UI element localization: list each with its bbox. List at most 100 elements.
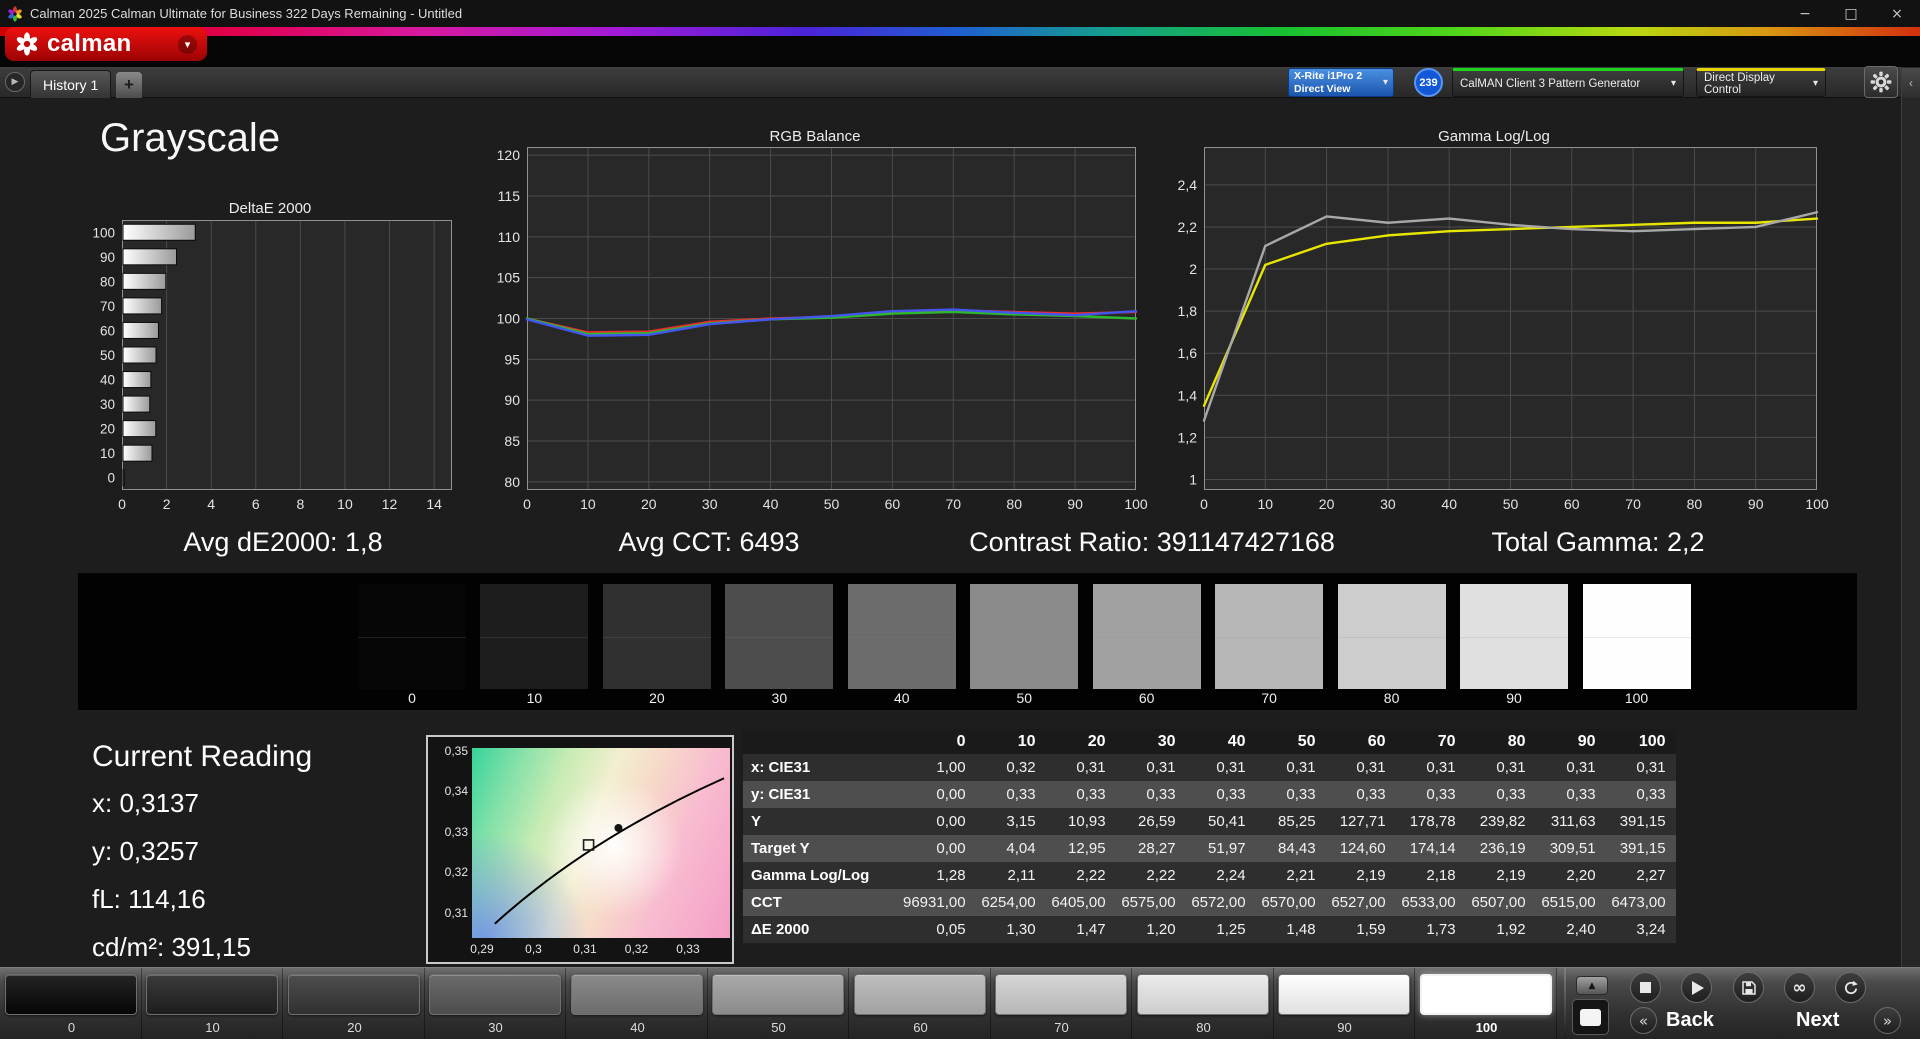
table-cell: 0,00 bbox=[936, 813, 966, 830]
contrast-ratio-stat: Contrast Ratio: 391147427168 bbox=[969, 527, 1335, 557]
table-row: Target Y 0,00 4,04 12,95 28,27 51,97 84,43 124,… bbox=[743, 835, 1676, 862]
table-row-label: ΔE 2000 bbox=[751, 921, 810, 938]
table-row-label: y: CIE31 bbox=[751, 786, 811, 803]
close-button[interactable]: × bbox=[1874, 0, 1920, 27]
tab-history-1[interactable]: History 1 bbox=[30, 70, 112, 98]
reading-cdm2: cd/m²: 391,15 bbox=[92, 932, 251, 962]
refresh-button[interactable] bbox=[1835, 972, 1866, 1003]
calman-menu-button[interactable]: calman ▾ bbox=[5, 27, 207, 61]
pattern-level-80-button[interactable] bbox=[1137, 974, 1269, 1015]
new-tab-button[interactable]: + bbox=[116, 72, 142, 98]
meter-name: X-Rite i1Pro 2 bbox=[1294, 70, 1363, 82]
table-column-header: 40 bbox=[1185, 729, 1256, 754]
grayscale-swatch-0 bbox=[358, 584, 466, 689]
pattern-level-30-button[interactable] bbox=[429, 974, 561, 1015]
play-circle-icon[interactable]: ▶ bbox=[5, 72, 25, 92]
pattern-level-60-button[interactable] bbox=[854, 974, 986, 1015]
pattern-level-40-button[interactable] bbox=[571, 974, 703, 1015]
svg-text:100: 100 bbox=[92, 225, 115, 240]
swatch-level-label: 10 bbox=[526, 690, 543, 706]
svg-text:0: 0 bbox=[118, 496, 126, 512]
next-chevron-button[interactable]: » bbox=[1874, 1007, 1901, 1034]
table-cell: 0,33 bbox=[1566, 786, 1596, 803]
link-button[interactable]: ∞ bbox=[1784, 972, 1815, 1003]
pattern-cell-50: 50 bbox=[709, 968, 849, 1039]
svg-text:50: 50 bbox=[100, 348, 115, 363]
table-cell: 178,78 bbox=[1409, 813, 1456, 830]
deltae-bar-chart: 0 2 4 6 8 10 12 14 100 90 80 70 60 50 40 30 20 10 0 bbox=[70, 210, 470, 520]
table-cell: 12,95 bbox=[1068, 840, 1106, 857]
display-control-dropdown[interactable]: Direct Display Control ▾ bbox=[1696, 68, 1826, 97]
svg-text:40: 40 bbox=[100, 373, 115, 388]
pattern-level-label: 60 bbox=[913, 1020, 928, 1035]
stop-button[interactable] bbox=[1630, 972, 1661, 1003]
table-cell: 0,31 bbox=[1426, 759, 1456, 776]
pattern-level-100-button[interactable] bbox=[1420, 974, 1552, 1015]
swatch-level-label: 60 bbox=[1138, 690, 1155, 706]
svg-text:40: 40 bbox=[763, 496, 779, 512]
svg-text:30: 30 bbox=[100, 397, 115, 412]
pattern-level-90-button[interactable] bbox=[1278, 974, 1410, 1015]
collapse-panel-button[interactable]: ‹ bbox=[1902, 68, 1920, 98]
pattern-generator-label: CalMAN Client 3 Pattern Generator bbox=[1460, 77, 1641, 90]
table-cell: 0,33 bbox=[1426, 786, 1456, 803]
svg-text:0: 0 bbox=[1200, 496, 1208, 512]
svg-text:10: 10 bbox=[337, 496, 353, 512]
svg-text:2,2: 2,2 bbox=[1178, 219, 1198, 235]
maximize-button[interactable]: □ bbox=[1828, 0, 1874, 27]
pattern-generator-dropdown[interactable]: CalMAN Client 3 Pattern Generator ▾ bbox=[1452, 68, 1684, 97]
svg-text:110: 110 bbox=[498, 229, 521, 245]
pattern-cell-80: 80 bbox=[1134, 968, 1274, 1039]
svg-text:100: 100 bbox=[1805, 496, 1829, 512]
table-cell: 4,04 bbox=[1006, 840, 1036, 857]
next-button[interactable]: Next bbox=[1796, 1009, 1839, 1032]
pattern-level-70-button[interactable] bbox=[995, 974, 1127, 1015]
pattern-cell-70: 70 bbox=[992, 968, 1132, 1039]
table-row: x: CIE31 1,00 0,32 0,31 0,31 0,31 0,31 0,31 0,31… bbox=[743, 754, 1676, 781]
table-cell: 6533,00 bbox=[1401, 894, 1456, 911]
meter-selector-dropdown[interactable]: X-Rite i1Pro 2 Direct View ▾ bbox=[1288, 68, 1394, 97]
svg-text:2: 2 bbox=[163, 496, 171, 512]
pattern-level-50-button[interactable] bbox=[712, 974, 844, 1015]
meter-reading-badge[interactable]: 239 bbox=[1414, 68, 1443, 97]
table-cell: 6570,00 bbox=[1261, 894, 1316, 911]
table-cell: 0,33 bbox=[1356, 786, 1386, 803]
table-cell: 0,05 bbox=[936, 921, 966, 938]
stop-icon bbox=[1640, 982, 1651, 993]
back-chevron-button[interactable]: « bbox=[1630, 1007, 1657, 1034]
table-column-header: 100 bbox=[1605, 729, 1676, 754]
svg-text:70: 70 bbox=[100, 299, 115, 314]
chevron-down-icon: ▾ bbox=[1382, 77, 1388, 88]
table-column-header: 20 bbox=[1045, 729, 1116, 754]
table-cell: 311,63 bbox=[1550, 813, 1596, 830]
grayscale-swatch-90 bbox=[1460, 584, 1569, 689]
grayscale-swatch-50 bbox=[970, 584, 1079, 689]
side-panel-strip: ‹ bbox=[1901, 67, 1920, 967]
settings-gear-button[interactable] bbox=[1864, 66, 1898, 98]
swatch-level-label: 70 bbox=[1261, 690, 1277, 706]
grayscale-swatch-80 bbox=[1337, 584, 1446, 689]
svg-text:80: 80 bbox=[504, 474, 520, 490]
pattern-level-10-button[interactable] bbox=[146, 974, 278, 1015]
pattern-level-20-button[interactable] bbox=[288, 974, 420, 1015]
pattern-cell-100: 100 bbox=[1417, 968, 1557, 1039]
pattern-level-0-button[interactable] bbox=[5, 974, 137, 1015]
svg-text:1,6: 1,6 bbox=[1178, 345, 1198, 361]
svg-text:90: 90 bbox=[1748, 496, 1764, 512]
title-bar: Calman 2025 Calman Ultimate for Business… bbox=[0, 0, 1920, 27]
pattern-window-button[interactable] bbox=[1572, 999, 1609, 1035]
back-button[interactable]: Back bbox=[1666, 1009, 1714, 1032]
expand-toolbar-button[interactable]: ▲ bbox=[1576, 976, 1608, 995]
swatch-level-label: 90 bbox=[1506, 690, 1522, 706]
svg-text:2: 2 bbox=[1189, 261, 1197, 277]
cie-chromaticity-panel: 0,35 0,34 0,33 0,32 0,31 0,29 0,3 0,31 0,32 0,33 bbox=[426, 735, 734, 964]
save-button[interactable] bbox=[1733, 972, 1764, 1003]
swatch-level-label: 30 bbox=[771, 690, 788, 706]
play-button[interactable] bbox=[1681, 972, 1712, 1003]
table-cell: 236,19 bbox=[1479, 840, 1526, 857]
table-cell: 174,14 bbox=[1409, 840, 1456, 857]
avg-cct-stat: Avg CCT: 6493 bbox=[618, 527, 800, 557]
minimize-button[interactable]: − bbox=[1782, 0, 1828, 27]
pattern-cell-60: 60 bbox=[851, 968, 991, 1039]
grayscale-swatch-strip: Actual Target 0102030405060708090100 bbox=[78, 573, 1857, 710]
